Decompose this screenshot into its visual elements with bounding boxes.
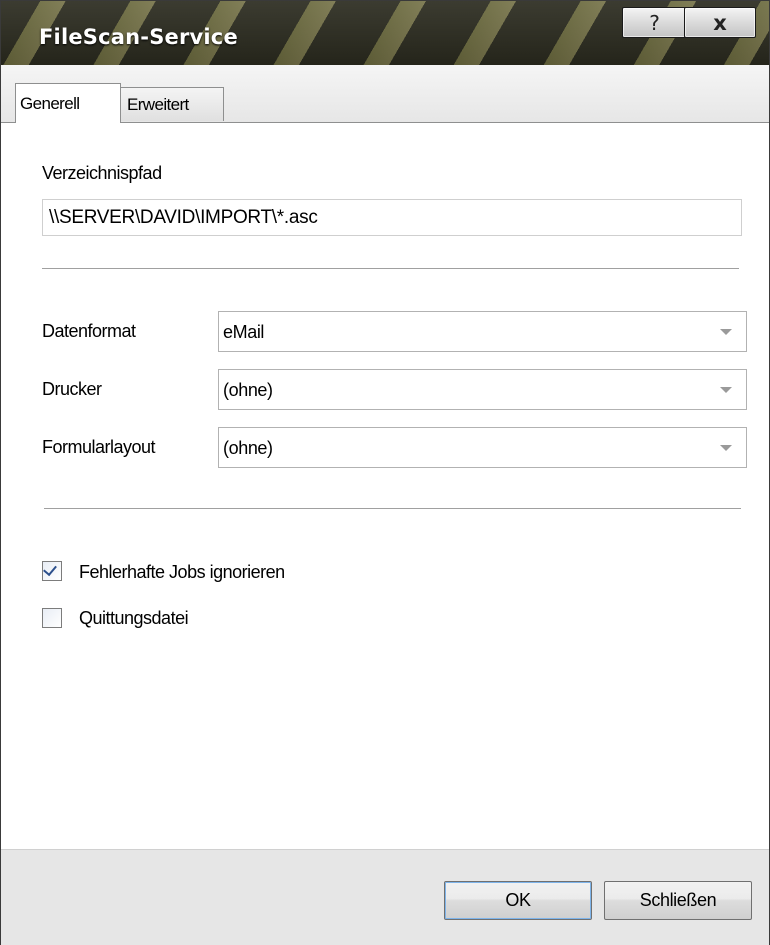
formularlayout-select[interactable]: (ohne) — [218, 427, 747, 468]
drucker-label: Drucker — [42, 379, 102, 399]
chevron-down-icon — [720, 445, 732, 451]
datenformat-value: eMail — [223, 322, 265, 342]
checkmark-icon — [43, 561, 57, 577]
ok-button[interactable]: OK — [444, 881, 592, 920]
quittungsdatei-label[interactable]: Quittungsdatei — [79, 608, 189, 629]
separator-top — [42, 268, 739, 269]
datenformat-select[interactable]: eMail — [218, 311, 747, 352]
quittungsdatei-checkbox[interactable] — [42, 608, 62, 628]
formularlayout-label: Formularlayout — [42, 437, 156, 457]
drucker-select[interactable]: (ohne) — [218, 369, 747, 410]
formularlayout-value: (ohne) — [223, 438, 273, 458]
close-window-button[interactable]: x — [684, 7, 756, 38]
title-bar[interactable]: FileScan-Service ? x — [1, 1, 769, 66]
tab-strip: Generell Erweitert — [1, 65, 769, 123]
help-icon: ? — [649, 10, 660, 35]
tab-erweitert[interactable]: Erweitert — [120, 87, 224, 121]
path-label: Verzeichnispfad — [42, 163, 162, 183]
close-icon: x — [713, 10, 727, 35]
fehlerhafte-jobs-label[interactable]: Fehlerhafte Jobs ignorieren — [79, 562, 285, 583]
path-input[interactable] — [42, 199, 742, 236]
filescan-service-dialog: FileScan-Service ? x Generell Erweitert … — [0, 0, 770, 945]
window-title: FileScan-Service — [39, 25, 238, 49]
datenformat-label: Datenformat — [42, 321, 136, 341]
schliessen-button[interactable]: Schließen — [604, 881, 752, 920]
tab-generell[interactable]: Generell — [15, 83, 121, 123]
chevron-down-icon — [720, 329, 732, 335]
fehlerhafte-jobs-checkbox[interactable] — [42, 561, 62, 581]
chevron-down-icon — [720, 387, 732, 393]
help-button[interactable]: ? — [622, 7, 687, 38]
drucker-value: (ohne) — [223, 380, 273, 400]
separator-bottom — [44, 508, 741, 509]
